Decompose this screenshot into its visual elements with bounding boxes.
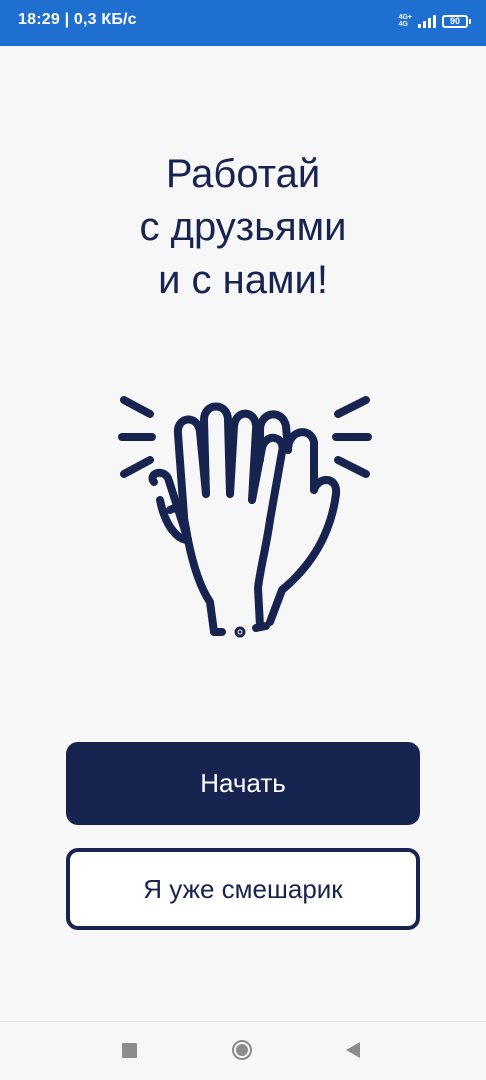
network-type: 4G+ 4G <box>399 14 412 28</box>
start-button[interactable]: Начать <box>66 742 420 825</box>
recents-square-icon[interactable] <box>122 1043 137 1058</box>
status-time-speed: 18:29 | 0,3 КБ/с <box>18 11 137 28</box>
back-triangle-icon[interactable] <box>346 1042 360 1058</box>
status-bar: 18:29 | 0,3 КБ/с 4G+ 4G 90 <box>0 0 486 46</box>
battery-icon: 90 <box>442 14 471 28</box>
network-type-bottom: 4G <box>398 21 408 28</box>
system-nav-bar <box>0 1021 486 1080</box>
title-line-3: и с нами! <box>158 258 328 302</box>
network-type-top: 4G+ <box>398 14 412 21</box>
existing-user-button[interactable]: Я уже смешарик <box>66 848 420 930</box>
home-circle-icon[interactable] <box>232 1040 252 1060</box>
status-icons: 4G+ 4G 90 <box>399 14 471 28</box>
signal-icon <box>418 14 436 28</box>
title-line-2: с друзьями <box>139 205 347 249</box>
title-line-1: Работай <box>165 152 321 196</box>
battery-level: 90 <box>449 15 460 26</box>
page-title: Работай с друзьями и с нами! <box>0 148 486 307</box>
high-five-icon <box>110 390 380 650</box>
